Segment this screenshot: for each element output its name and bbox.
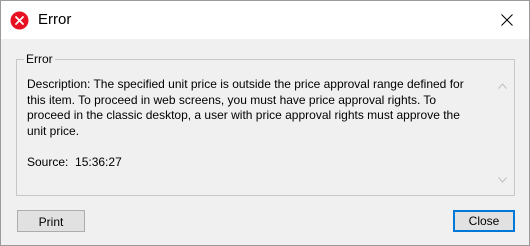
close-icon[interactable] xyxy=(485,1,529,39)
source-label: Source: xyxy=(27,155,69,169)
vertical-scrollbar[interactable] xyxy=(494,69,511,190)
error-dialog: Error Error Description: The specified u… xyxy=(0,0,530,246)
window-title: Error xyxy=(38,11,72,28)
error-description: Description: The specified unit price is… xyxy=(27,77,464,138)
title-bar: Error xyxy=(1,1,529,39)
error-icon xyxy=(10,11,29,30)
scroll-down-arrow-icon[interactable] xyxy=(494,171,511,188)
source-row: Source: 15:36:27 xyxy=(27,155,122,170)
error-details-textbox[interactable]: Description: The specified unit price is… xyxy=(22,69,511,190)
print-button[interactable]: Print xyxy=(17,210,85,232)
close-button[interactable]: Close xyxy=(453,210,515,232)
groupbox-legend: Error xyxy=(24,52,55,66)
scroll-up-arrow-icon[interactable] xyxy=(494,77,511,94)
source-value: 15:36:27 xyxy=(75,155,122,169)
